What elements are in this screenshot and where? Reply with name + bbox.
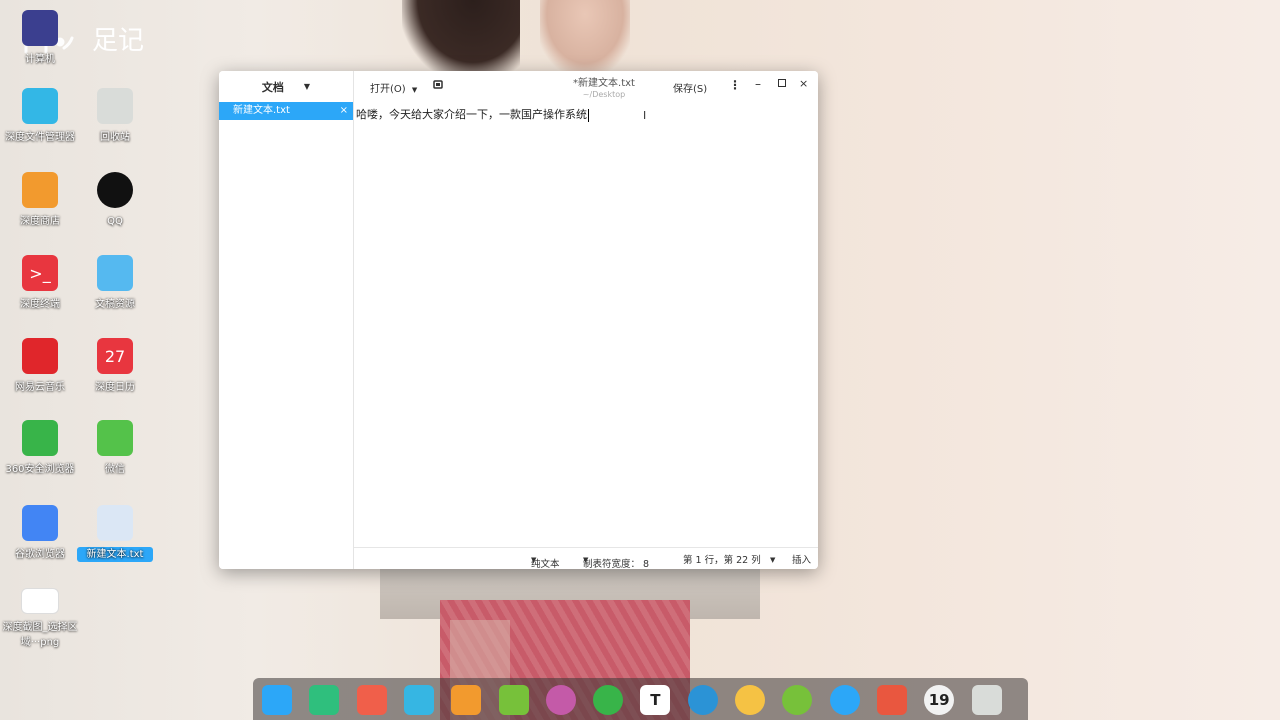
dock-multitasking-icon[interactable]: [309, 685, 340, 715]
app-icon: [97, 172, 133, 208]
desktop-icon[interactable]: 微信: [77, 420, 153, 477]
dock-launcher-icon[interactable]: [262, 685, 292, 715]
app-icon: [22, 10, 58, 46]
dock-network-icon[interactable]: [829, 685, 860, 715]
save-button[interactable]: 保存(S): [673, 80, 707, 95]
app-icon: [22, 505, 58, 541]
app-icon: [97, 420, 133, 456]
app-icon: [22, 172, 58, 208]
desktop-icon-label: 计算机: [25, 54, 55, 65]
desktop-icon-label: 深度截图_选择区域···png: [2, 622, 78, 648]
desktop-icon[interactable]: 新建文本.txt: [77, 505, 153, 562]
open-label: 打开(O): [370, 84, 406, 95]
tab-label: 新建文本.txt: [233, 105, 290, 116]
desktop-icon[interactable]: >_ 深度终端: [2, 255, 78, 312]
app-icon: [22, 338, 58, 374]
file-title: *新建文本.txt: [573, 78, 635, 89]
desktop-icon-label: 深度商店: [20, 216, 60, 227]
editor-text: 哈喽，今天给大家介绍一下，一款国产操作系统: [356, 108, 587, 121]
desktop-icon-label: 新建文本.txt: [77, 547, 153, 562]
file-path: ~/Desktop: [582, 90, 626, 99]
desktop-icon[interactable]: 深度截图_选择区域···png: [2, 588, 78, 650]
ibeam-cursor-icon: I: [643, 109, 647, 122]
dock-text-editor-icon[interactable]: T: [640, 685, 671, 715]
editor-line: 哈喽，今天给大家介绍一下，一款国产操作系统: [356, 106, 589, 122]
text-caret: [588, 108, 589, 122]
app-icon: [97, 255, 133, 291]
dock-browser-360-icon[interactable]: [593, 685, 624, 715]
app-icon: [21, 588, 59, 614]
maximize-icon[interactable]: [778, 79, 786, 87]
text-editor-area[interactable]: 哈喽，今天给大家介绍一下，一款国产操作系统 I: [354, 102, 818, 548]
chevron-down-icon[interactable]: ▼: [304, 82, 310, 91]
dock-music-icon[interactable]: [498, 685, 529, 715]
dock: T 19: [253, 678, 1028, 720]
app-icon: >_: [22, 255, 58, 291]
insert-mode[interactable]: 插入: [792, 552, 811, 566]
sidebar-title: 文档: [261, 80, 284, 94]
sidebar: 文档 ▼ 新建文本.txt ×: [219, 71, 354, 569]
desktop-icon-label: 深度文件管理器: [5, 132, 75, 143]
desktop-icon[interactable]: 深度文件管理器: [2, 88, 78, 145]
tab-close-icon[interactable]: ×: [340, 102, 348, 120]
desktop-icon-label: 文稿资源: [95, 299, 135, 310]
desktop-icon[interactable]: 文稿资源: [77, 255, 153, 312]
dock-system-monitor-icon[interactable]: 19: [924, 685, 955, 715]
dock-screen-record-icon[interactable]: [356, 685, 387, 715]
chevron-down-icon: ▼: [411, 86, 418, 94]
theme-icon[interactable]: [432, 79, 444, 91]
wallpaper-face: [540, 0, 630, 72]
dock-recorder-icon[interactable]: [687, 685, 718, 715]
desktop-icon[interactable]: 谷歌浏览器: [2, 505, 78, 562]
desktop-icon[interactable]: 网易云音乐: [2, 338, 78, 395]
tab-new-text[interactable]: 新建文本.txt ×: [219, 102, 353, 120]
minimize-icon[interactable]: –: [755, 77, 761, 91]
titlebar: 打开(O) ▼ *新建文本.txt ~/Desktop 保存(S) ⋮ – ×: [354, 71, 818, 102]
desktop-icon-label: 谷歌浏览器: [15, 549, 65, 560]
app-icon: 27: [97, 338, 133, 374]
app-icon: [97, 505, 133, 541]
desktop-icon[interactable]: 回收站: [77, 88, 153, 145]
wallpaper-hair: [402, 0, 520, 80]
app-icon: [22, 420, 58, 456]
desktop-icon-label: 深度日历: [95, 382, 135, 393]
status-bar: 纯文本 ▼ 制表符宽度： 8 ▼ 第 1 行，第 22 列 ▼ 插入: [354, 547, 818, 569]
text-editor-window: 文档 ▼ 新建文本.txt × 打开(O) ▼ *新建文本.txt ~/Desk…: [219, 71, 818, 569]
chevron-down-icon: ▼: [583, 556, 589, 564]
desktop-icon[interactable]: 360安全浏览器: [2, 420, 78, 477]
dock-power-icon[interactable]: [782, 685, 813, 715]
desktop-icon-label: 深度终端: [20, 299, 60, 310]
app-icon: [22, 88, 58, 124]
desktop-icon[interactable]: 27 深度日历: [77, 338, 153, 395]
desktop-icon[interactable]: QQ: [77, 172, 153, 229]
svg-text:足记: 足记: [92, 26, 144, 56]
dock-file-manager-icon[interactable]: [403, 685, 434, 715]
open-menu-button[interactable]: 打开(O) ▼: [370, 80, 417, 95]
sidebar-header[interactable]: 文档 ▼: [219, 71, 353, 102]
app-icon: [97, 88, 133, 124]
window-title: *新建文本.txt ~/Desktop: [534, 74, 674, 99]
dock-store-icon[interactable]: [451, 685, 482, 715]
desktop-icon[interactable]: 深度商店: [2, 172, 78, 229]
cursor-position: 第 1 行，第 22 列: [683, 555, 761, 566]
desktop-icon-label: 网易云音乐: [15, 382, 65, 393]
desktop-icon-label: 回收站: [100, 132, 130, 143]
more-menu-icon[interactable]: ⋮: [729, 78, 741, 92]
tab-width-label: 制表符宽度： 8: [583, 559, 650, 569]
dock-trash-icon[interactable]: [971, 685, 1002, 715]
desktop-icon-label: 微信: [105, 464, 125, 475]
chevron-down-icon: ▼: [531, 556, 537, 564]
dock-clock-icon[interactable]: [735, 685, 765, 715]
chevron-down-icon: ▼: [770, 556, 776, 564]
dock-settings-icon[interactable]: [545, 685, 576, 715]
desktop-icon-label: 360安全浏览器: [5, 464, 75, 475]
desktop-icon[interactable]: 计算机: [2, 10, 78, 67]
desktop-icon-label: QQ: [107, 216, 123, 227]
dock-screenshot-icon[interactable]: [876, 685, 907, 715]
close-icon[interactable]: ×: [799, 77, 808, 90]
